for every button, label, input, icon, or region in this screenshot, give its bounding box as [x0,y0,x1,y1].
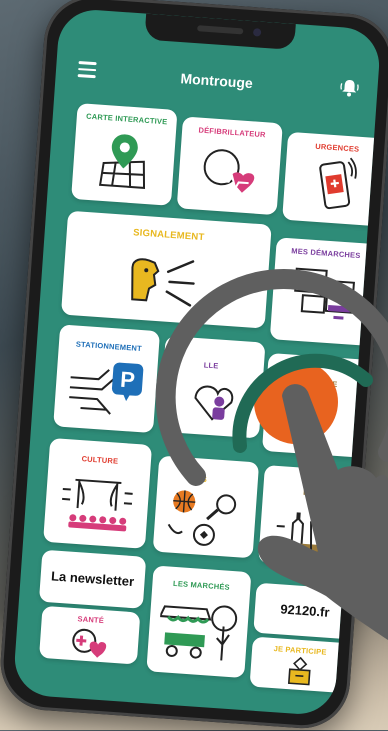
tile-label: CULTURE [81,454,119,466]
tile-label: DÉFIBRILLATEUR [198,125,266,140]
tile-label: S [201,474,208,484]
tile-les-marches[interactable]: LES MARCHÉS [146,565,252,679]
tile-label: SIGNALEMENT [132,227,205,244]
parking-icon: P [69,362,144,415]
tile-stationnement[interactable]: STATIONNEMENT P [53,324,161,434]
tile-label: LES MARCHÉS [172,578,231,592]
map-pin-icon [98,134,146,189]
app-screen: Montrouge CARTE INTERACTIVE DÉFIBRILLATE… [12,7,382,717]
family-icon [194,385,234,421]
tile-carte-interactive[interactable]: CARTE INTERACTIVE [71,103,178,206]
phone-emergency-icon [319,157,357,210]
service-grid: CARTE INTERACTIVE DÉFIBRILLATEUR URGENCE… [12,8,382,717]
tile-mes-demarches[interactable]: MES DÉMARCHES [269,237,377,346]
phone-device: Montrouge CARTE INTERACTIVE DÉFIBRILLATE… [0,0,388,731]
heart-pulse-icon [203,149,255,193]
tile-urgences[interactable]: URGENCES [282,131,382,227]
tile-label: CARTE INTERACTIVE [85,111,168,127]
documents-computer-icon [294,267,355,320]
megaphone-report-icon [131,258,195,307]
tile-label: DÉCH [302,487,326,499]
newsletter-label: La newsletter [50,568,135,590]
ballot-box-icon [287,656,311,686]
tile-label: MES DÉMARCHES [291,246,361,261]
tile-je-participe[interactable]: JE PARTICIPE [249,636,349,694]
tile-label: LLE [203,360,219,371]
website-label: 92120.fr [279,601,330,620]
tile-signalement[interactable]: SIGNALEMENT [60,210,272,329]
tile-sante[interactable]: SANTÉ [38,605,141,665]
tile-culture[interactable]: CULTURE [43,437,153,549]
tile-sport[interactable]: S [152,455,260,559]
tile-famille[interactable]: LLE [159,335,266,439]
tile-label: STATIONNEMENT [75,339,143,354]
tile-ma-mairie[interactable]: MA MAIRIE [261,352,369,458]
recycling-bottles-icon [275,512,331,556]
theater-icon [62,478,133,532]
tile-dechets[interactable]: DÉCH [258,464,365,570]
tile-label: URGENCES [314,141,360,154]
tile-newsletter[interactable]: La newsletter [38,549,147,609]
tile-92120-fr[interactable]: 92120.fr [253,582,357,640]
tile-defibrillateur[interactable]: DÉFIBRILLATEUR [176,116,283,216]
svg-text:P: P [119,367,135,393]
tile-label: MA MAIRIE [295,376,338,389]
market-stall-icon [158,605,238,661]
health-cross-heart-icon [72,628,107,658]
sports-balls-icon [167,490,237,546]
